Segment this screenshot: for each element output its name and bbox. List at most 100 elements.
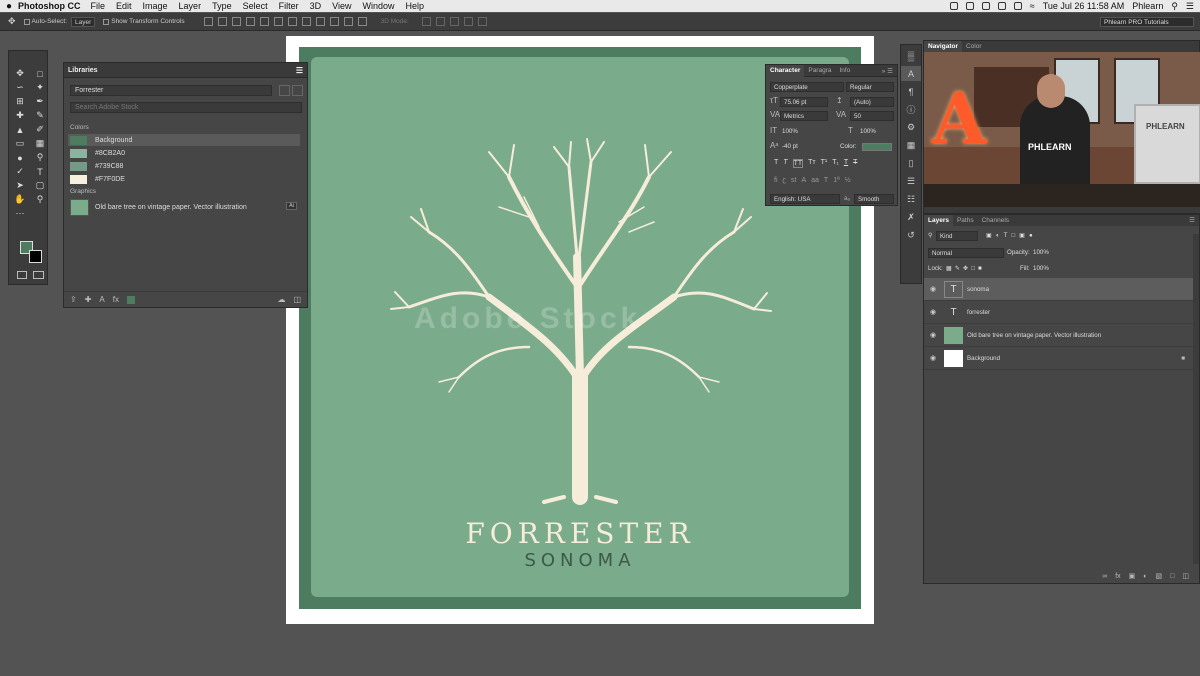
tool-presets-icon[interactable]: ✗: [901, 210, 921, 225]
auto-select-checkbox[interactable]: [23, 18, 30, 25]
lock-icon[interactable]: ■: [1181, 355, 1185, 362]
align-right-icon[interactable]: [273, 17, 283, 26]
menu-select[interactable]: Select: [243, 1, 268, 11]
add-mask-icon[interactable]: ▣: [1129, 572, 1136, 580]
status-icon[interactable]: [965, 2, 974, 10]
font-family-dropdown[interactable]: Copperplate: [770, 82, 844, 92]
strikethrough-icon[interactable]: T: [853, 159, 857, 168]
menu-3d[interactable]: 3D: [310, 1, 322, 11]
color-item[interactable]: #F7F0DE: [68, 173, 300, 185]
styles-icon[interactable]: ▯: [901, 156, 921, 171]
menu-edit[interactable]: Edit: [116, 1, 132, 11]
distribute-icon[interactable]: [315, 17, 325, 26]
magic-wand-icon[interactable]: ✦: [32, 81, 48, 94]
paragraph-panel-icon[interactable]: ¶: [901, 84, 921, 99]
small-caps-icon[interactable]: Tт: [808, 159, 815, 168]
align-bottom-icon[interactable]: [231, 17, 241, 26]
character-panel-icon[interactable]: A: [901, 66, 921, 81]
gradient-tool-icon[interactable]: ▦: [32, 137, 48, 150]
trash-icon[interactable]: ◫: [1182, 572, 1189, 580]
graphic-item[interactable]: Old bare tree on vintage paper. Vector i…: [68, 197, 300, 217]
distribute-icon[interactable]: [287, 17, 297, 26]
distribute-icon[interactable]: [357, 17, 367, 26]
histogram-icon[interactable]: ▒: [901, 48, 921, 63]
tab-layers[interactable]: Layers: [924, 215, 953, 226]
kerning-field[interactable]: Metrics: [780, 111, 828, 121]
menu-layer[interactable]: Layer: [179, 1, 202, 11]
visibility-eye-icon[interactable]: ◉: [924, 308, 942, 316]
add-layer-style-icon[interactable]: fx: [113, 295, 119, 304]
align-left-icon[interactable]: [245, 17, 255, 26]
brush-tool-icon[interactable]: ✎: [32, 109, 48, 122]
vertical-scale-field[interactable]: 100%: [782, 128, 798, 135]
distribute-icon[interactable]: [329, 17, 339, 26]
hand-tool-icon[interactable]: ✋: [12, 193, 28, 206]
list-view-icon[interactable]: [292, 85, 303, 96]
add-content-icon[interactable]: ✚: [85, 295, 92, 304]
menu-file[interactable]: File: [91, 1, 106, 11]
menu-image[interactable]: Image: [143, 1, 168, 11]
crop-tool-icon[interactable]: ⊞: [12, 95, 28, 108]
leading-field[interactable]: (Auto): [850, 97, 894, 107]
quick-mask-icon[interactable]: [17, 271, 27, 279]
adjustment-layer-icon[interactable]: ◐: [1143, 573, 1147, 580]
background-color-swatch[interactable]: [29, 250, 42, 263]
distribute-icon[interactable]: [301, 17, 311, 26]
menu-window[interactable]: Window: [362, 1, 394, 11]
visibility-eye-icon[interactable]: ◉: [924, 354, 942, 362]
marquee-tool-icon[interactable]: □: [32, 67, 48, 80]
text-color-swatch[interactable]: [862, 143, 892, 151]
faux-bold-icon[interactable]: T: [774, 159, 778, 168]
panel-menu-icon[interactable]: ☰: [1189, 215, 1195, 226]
auto-select-dropdown[interactable]: Layer: [70, 16, 96, 27]
wifi-icon[interactable]: ≈: [1030, 1, 1035, 11]
tab-color[interactable]: Color: [962, 41, 986, 52]
align-top-icon[interactable]: [203, 17, 213, 26]
adjustments-icon[interactable]: ⚙: [901, 120, 921, 135]
libraries-panel-icon[interactable]: ▦: [901, 138, 921, 153]
zoom-tool-icon[interactable]: ⚲: [32, 193, 48, 206]
tab-character[interactable]: Character: [766, 64, 805, 77]
add-color-icon[interactable]: [126, 295, 135, 304]
status-icon[interactable]: [949, 2, 958, 10]
layers-scrollbar[interactable]: [1193, 234, 1199, 564]
panel-menu-icon[interactable]: » ☰: [882, 67, 893, 75]
all-caps-icon[interactable]: TT: [792, 159, 804, 168]
language-dropdown[interactable]: English: USA: [770, 194, 840, 204]
contextual-icon[interactable]: aa: [811, 177, 819, 184]
color-item[interactable]: Background: [68, 134, 300, 146]
stylistic-alt-icon[interactable]: st: [791, 177, 796, 184]
layer-row[interactable]: ◉ Old bare tree on vintage paper. Vector…: [924, 324, 1193, 347]
fill-field[interactable]: 100%: [1033, 265, 1049, 272]
lasso-tool-icon[interactable]: ∽: [12, 81, 28, 94]
font-style-dropdown[interactable]: Regular: [846, 82, 894, 92]
panel-menu-icon[interactable]: ☰: [296, 66, 303, 75]
baseline-shift-field[interactable]: -40 pt: [782, 143, 798, 150]
apple-icon[interactable]: ●: [0, 1, 18, 12]
type-tool-icon[interactable]: T: [32, 165, 48, 178]
library-select[interactable]: Forrester: [70, 85, 272, 96]
antialias-dropdown[interactable]: Smooth: [854, 194, 894, 204]
superscript-icon[interactable]: T¹: [821, 159, 828, 168]
trash-icon[interactable]: ◫: [293, 295, 301, 304]
lock-icons[interactable]: ▦✎✥□■: [946, 265, 985, 272]
menu-view[interactable]: View: [332, 1, 351, 11]
distribute-icon[interactable]: [343, 17, 353, 26]
move-tool-icon[interactable]: ✥: [12, 67, 28, 80]
workspace-dropdown[interactable]: Phlearn PRO Tutorials: [1100, 17, 1194, 27]
link-layers-icon[interactable]: ∞: [1102, 573, 1107, 580]
blur-tool-icon[interactable]: ●: [12, 151, 28, 164]
grid-view-icon[interactable]: [279, 85, 290, 96]
cloud-sync-icon[interactable]: ☁: [277, 295, 285, 304]
shape-tool-icon[interactable]: ▢: [32, 179, 48, 192]
healing-brush-icon[interactable]: ✚: [12, 109, 28, 122]
visibility-eye-icon[interactable]: ◉: [924, 331, 942, 339]
menubar-clock[interactable]: Tue Jul 26 11:58 AM: [1043, 1, 1125, 11]
upload-icon[interactable]: ⇪: [70, 295, 77, 304]
tab-paths[interactable]: Paths: [953, 215, 978, 226]
visibility-eye-icon[interactable]: ◉: [924, 285, 942, 293]
underline-icon[interactable]: T: [844, 159, 848, 168]
font-size-field[interactable]: 75.06 pt: [780, 97, 828, 107]
layer-row[interactable]: ◉ T forrester: [924, 301, 1193, 324]
eyedropper-icon[interactable]: ✒: [32, 95, 48, 108]
